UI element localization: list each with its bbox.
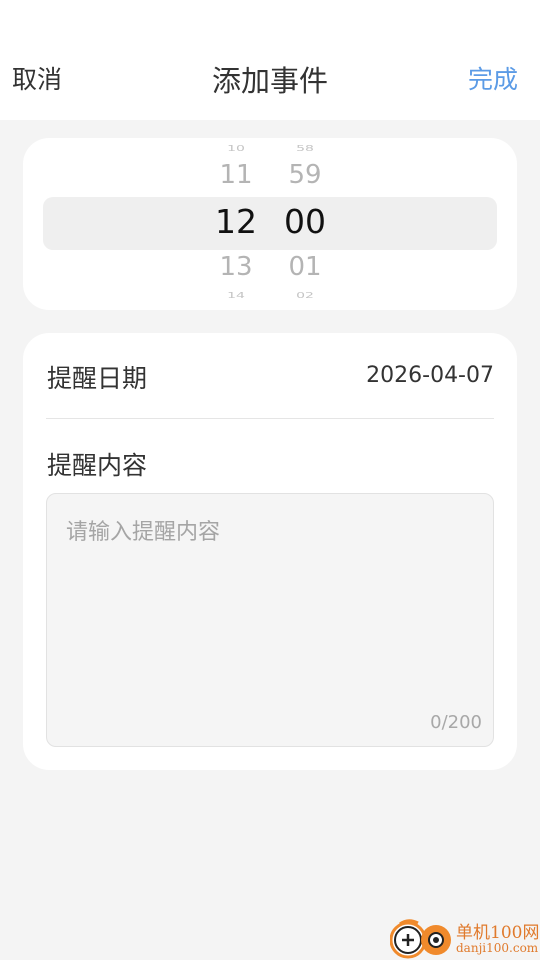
hour-option[interactable]: 13 xyxy=(206,252,266,282)
hour-option[interactable]: 14 xyxy=(206,292,266,301)
site-watermark: 单机100网 danji100.com xyxy=(390,916,540,960)
character-counter: 0/200 xyxy=(430,712,482,733)
event-form: 提醒日期 2026-04-07 提醒内容 0/200 xyxy=(23,333,517,770)
reminder-date-value[interactable]: 2026-04-07 xyxy=(366,363,494,388)
reminder-content-label: 提醒内容 xyxy=(47,451,148,480)
done-button[interactable]: 完成 xyxy=(468,60,518,96)
minute-option[interactable]: 01 xyxy=(275,252,335,282)
hour-option[interactable]: 10 xyxy=(206,145,266,154)
watermark-url: danji100.com xyxy=(456,941,539,955)
hour-wheel[interactable]: 10 11 12 13 14 xyxy=(206,138,266,310)
watermark-logo-icon xyxy=(390,919,451,959)
hour-selected[interactable]: 12 xyxy=(206,202,266,241)
picker-selection-highlight xyxy=(43,197,497,250)
time-picker[interactable]: 10 11 12 13 14 58 59 00 01 02 xyxy=(23,138,517,310)
page-title: 添加事件 xyxy=(211,64,328,98)
minute-option[interactable]: 58 xyxy=(275,145,335,154)
reminder-content-input[interactable] xyxy=(47,494,493,704)
divider xyxy=(46,418,494,419)
top-bar: 取消 添加事件 完成 xyxy=(0,0,540,120)
hour-option[interactable]: 11 xyxy=(206,160,266,190)
minute-wheel[interactable]: 58 59 00 01 02 xyxy=(275,138,335,310)
minute-option[interactable]: 59 xyxy=(275,160,335,190)
watermark-name: 单机100网 xyxy=(456,923,540,943)
minute-selected[interactable]: 00 xyxy=(275,202,335,241)
reminder-date-label: 提醒日期 xyxy=(47,364,148,393)
minute-option[interactable]: 02 xyxy=(275,292,335,301)
reminder-content-box: 0/200 xyxy=(46,493,494,747)
